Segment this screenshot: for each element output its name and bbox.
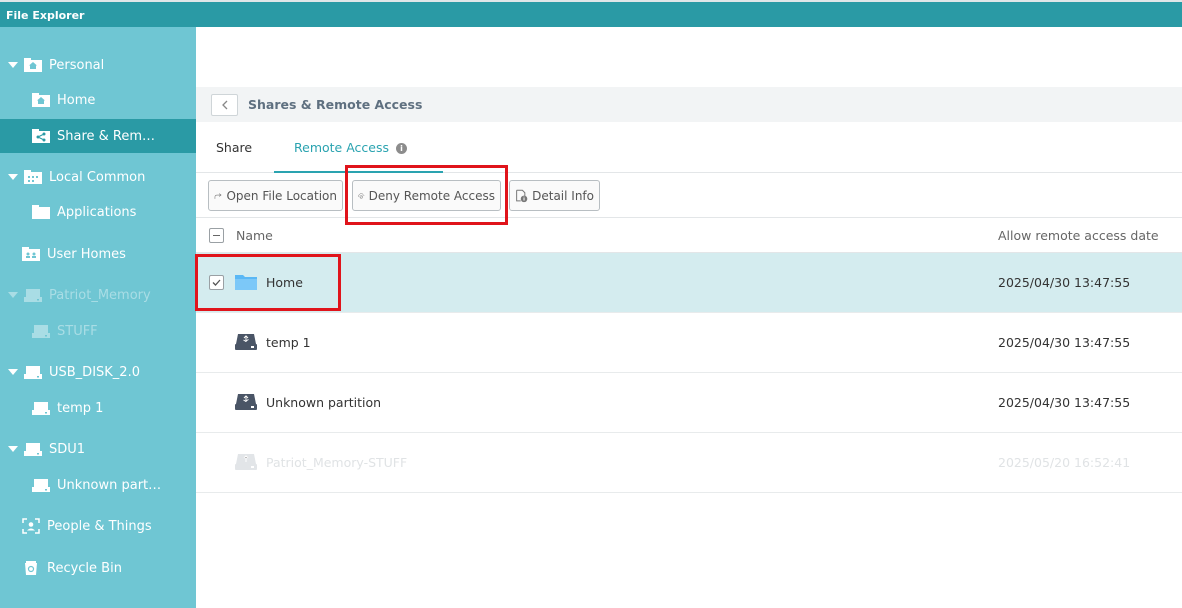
sidebar-item-unknown-partition[interactable]: Unknown partition	[0, 468, 196, 502]
chevron-left-icon	[221, 100, 227, 109]
sidebar-item-applications[interactable]: Applications	[0, 195, 196, 229]
sidebar-group-patriot-memory[interactable]: Patriot_Memory	[0, 278, 196, 312]
home-folder-icon	[32, 93, 50, 107]
toolbar: Open File Location Deny Remote Access De…	[196, 173, 1182, 218]
sidebar-group-sdu1[interactable]: SDU1	[0, 432, 196, 466]
table-row[interactable]: Home 2025/04/30 13:47:55	[196, 253, 1182, 313]
common-folder-icon	[24, 170, 42, 184]
face-scan-icon	[22, 518, 40, 534]
sidebar-label: Personal	[49, 57, 105, 73]
button-label: Detail Info	[532, 188, 594, 203]
caret-down-icon[interactable]	[8, 446, 18, 452]
detail-info-button[interactable]: Detail Info	[509, 180, 600, 211]
caret-down-icon[interactable]	[8, 292, 18, 298]
sidebar-item-share-remote[interactable]: Share & Remote Access	[0, 119, 196, 153]
sidebar-label: Recycle Bin	[47, 560, 122, 576]
row-name: Patriot_Memory-STUFF	[266, 455, 408, 470]
sidebar-item-home[interactable]: Home	[0, 83, 196, 117]
folder-icon	[32, 205, 50, 219]
table-row[interactable]: Unknown partition 2025/04/30 13:47:55	[196, 373, 1182, 433]
drive-icon	[32, 324, 50, 338]
deny-access-icon	[358, 192, 365, 199]
tab-share[interactable]: Share	[216, 122, 252, 173]
sidebar-label: Share & Remote Access	[57, 128, 161, 144]
drive-icon	[32, 401, 50, 415]
share-folder-icon	[32, 129, 50, 143]
sidebar-item-people-things[interactable]: People & Things	[0, 509, 196, 543]
sidebar-label: SDU1	[49, 441, 86, 457]
deny-remote-access-button[interactable]: Deny Remote Access	[352, 180, 501, 211]
sidebar-label: User Homes	[47, 246, 126, 262]
sidebar-item-user-homes[interactable]: User Homes	[0, 237, 196, 271]
sidebar-label: USB_DISK_2.0	[49, 364, 140, 380]
button-label: Deny Remote Access	[368, 188, 495, 203]
app-title-bar: File Explorer	[0, 0, 1182, 27]
tab-bar: Share Remote Access i	[196, 122, 1182, 173]
open-file-location-button[interactable]: Open File Location	[208, 180, 343, 211]
sidebar-label: temp 1	[57, 400, 104, 416]
column-header-date[interactable]: Allow remote access date	[998, 218, 1159, 253]
forward-arrow-icon	[214, 192, 222, 199]
sidebar-item-stuff[interactable]: STUFF	[0, 314, 196, 348]
caret-down-icon[interactable]	[8, 369, 18, 375]
main-panel: Shares & Remote Access Share Remote Acce…	[196, 27, 1182, 608]
row-checkbox[interactable]	[209, 275, 224, 290]
home-folder-icon	[24, 58, 42, 72]
caret-down-icon[interactable]	[8, 62, 18, 68]
folder-icon	[235, 275, 257, 290]
row-date: 2025/04/30 13:47:55	[998, 275, 1131, 290]
breadcrumb-bar: Shares & Remote Access	[196, 87, 1182, 122]
caret-down-icon[interactable]	[8, 174, 18, 180]
row-date: 2025/04/30 13:47:55	[998, 395, 1131, 410]
tab-label: Remote Access	[294, 140, 389, 155]
tab-remote-access[interactable]: Remote Access i	[274, 122, 443, 173]
row-name: temp 1	[266, 335, 311, 350]
table-row: Patriot_Memory-STUFF 2025/05/20 16:52:41	[196, 433, 1182, 493]
row-name: Home	[266, 275, 303, 290]
tab-label: Share	[216, 140, 253, 155]
recycle-bin-icon	[22, 561, 40, 575]
app-title: File Explorer	[6, 9, 85, 22]
row-date: 2025/05/20 16:52:41	[998, 455, 1131, 470]
back-button[interactable]	[211, 93, 238, 116]
row-date: 2025/04/30 13:47:55	[998, 335, 1131, 350]
drive-icon	[32, 478, 50, 492]
usb-drive-icon	[235, 334, 257, 350]
drive-icon	[24, 442, 42, 456]
sidebar-label: Local Common	[49, 169, 146, 185]
column-header-name[interactable]: Name	[236, 218, 273, 253]
select-all-checkbox[interactable]	[209, 228, 224, 243]
sidebar-item-recycle-bin[interactable]: Recycle Bin	[0, 551, 196, 585]
sidebar-label: People & Things	[47, 518, 152, 534]
users-folder-icon	[22, 247, 40, 261]
usb-drive-icon	[235, 454, 257, 470]
drive-icon	[24, 288, 42, 302]
button-label: Open File Location	[226, 188, 337, 203]
document-info-icon	[516, 189, 528, 202]
sidebar-group-usb-disk[interactable]: USB_DISK_2.0	[0, 355, 196, 389]
info-icon[interactable]: i	[395, 143, 407, 154]
sidebar-label: Applications	[57, 204, 137, 220]
sidebar-label: STUFF	[57, 323, 98, 339]
page-title: Shares & Remote Access	[248, 97, 423, 112]
sidebar-group-personal[interactable]: Personal	[0, 48, 196, 82]
sidebar-label: Home	[57, 92, 96, 108]
row-name: Unknown partition	[266, 395, 382, 410]
drive-icon	[24, 365, 42, 379]
sidebar-group-local-common[interactable]: Local Common	[0, 160, 196, 194]
checkmark-icon	[212, 279, 221, 286]
usb-drive-icon	[235, 394, 257, 410]
sidebar: Personal Home Share & Remote Access Loca…	[0, 27, 196, 608]
table-header: Name Allow remote access date	[196, 218, 1182, 253]
sidebar-label: Unknown partition	[57, 477, 163, 493]
table-row[interactable]: temp 1 2025/04/30 13:47:55	[196, 313, 1182, 373]
sidebar-label: Patriot_Memory	[49, 287, 151, 303]
sidebar-item-temp1[interactable]: temp 1	[0, 391, 196, 425]
